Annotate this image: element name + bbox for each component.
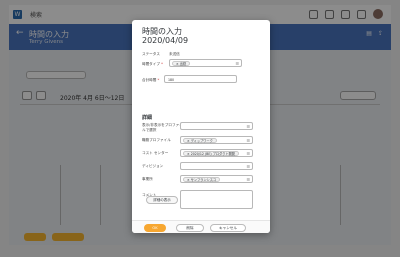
time-type-label: 時間タイプ * — [142, 62, 163, 66]
status-label: ステータス — [142, 52, 160, 56]
dialog-date: 2020/04/09 — [142, 36, 189, 45]
list-icon[interactable]: ☰ — [246, 124, 250, 129]
list-icon[interactable]: ☰ — [246, 151, 250, 156]
division-label: ディビジョン — [142, 164, 164, 168]
ok-button[interactable]: OK — [144, 224, 166, 232]
show-details-button[interactable]: 詳細の表示 — [146, 196, 178, 204]
details-header: 詳細 — [142, 115, 153, 121]
list-icon[interactable]: ☰ — [246, 177, 250, 182]
list-icon[interactable]: ☰ — [246, 138, 250, 143]
business-unit-chip[interactable]: × サンフランシスコ — [183, 177, 221, 182]
rule-field[interactable]: ☰ — [180, 122, 253, 130]
rule-label: 表示/非表示をプロファイルで選択 — [142, 123, 183, 132]
cancel-button[interactable]: キャンセル — [210, 224, 246, 232]
hours-input[interactable]: 180 — [164, 75, 237, 83]
cost-center-chip[interactable]: × 2020/12 (BE) プロダクト開発 — [183, 151, 239, 156]
cost-center-label: コスト センター — [142, 151, 169, 155]
cost-center-field[interactable]: × 2020/12 (BE) プロダクト開発 ☰ — [180, 149, 253, 157]
comment-input[interactable] — [180, 190, 253, 209]
time-type-chip[interactable]: × 出勤 — [172, 61, 191, 66]
hours-label: 合計時間 * — [142, 78, 160, 82]
time-type-field[interactable]: × 出勤 ☰ — [169, 59, 242, 67]
status-value: 未送信 — [169, 52, 180, 56]
hours-value: 180 — [168, 77, 175, 82]
division-field[interactable]: ☰ — [180, 162, 253, 170]
list-icon[interactable]: ☰ — [235, 61, 239, 66]
delete-button[interactable]: 削除 — [176, 224, 204, 232]
job-profile-label: 職務プロファイル — [142, 138, 171, 142]
job-profile-field[interactable]: × ディップワーク ☰ — [180, 136, 253, 144]
time-entry-dialog: 時間の入力 2020/04/09 ステータス 未送信 時間タイプ * × 出勤 … — [132, 20, 270, 233]
business-unit-label: 事業所 — [142, 177, 153, 181]
dialog-footer: OK 削除 キャンセル — [132, 220, 270, 233]
list-icon[interactable]: ☰ — [246, 164, 250, 169]
job-profile-chip[interactable]: × ディップワーク — [183, 138, 217, 143]
business-unit-field[interactable]: × サンフランシスコ ☰ — [180, 175, 253, 183]
